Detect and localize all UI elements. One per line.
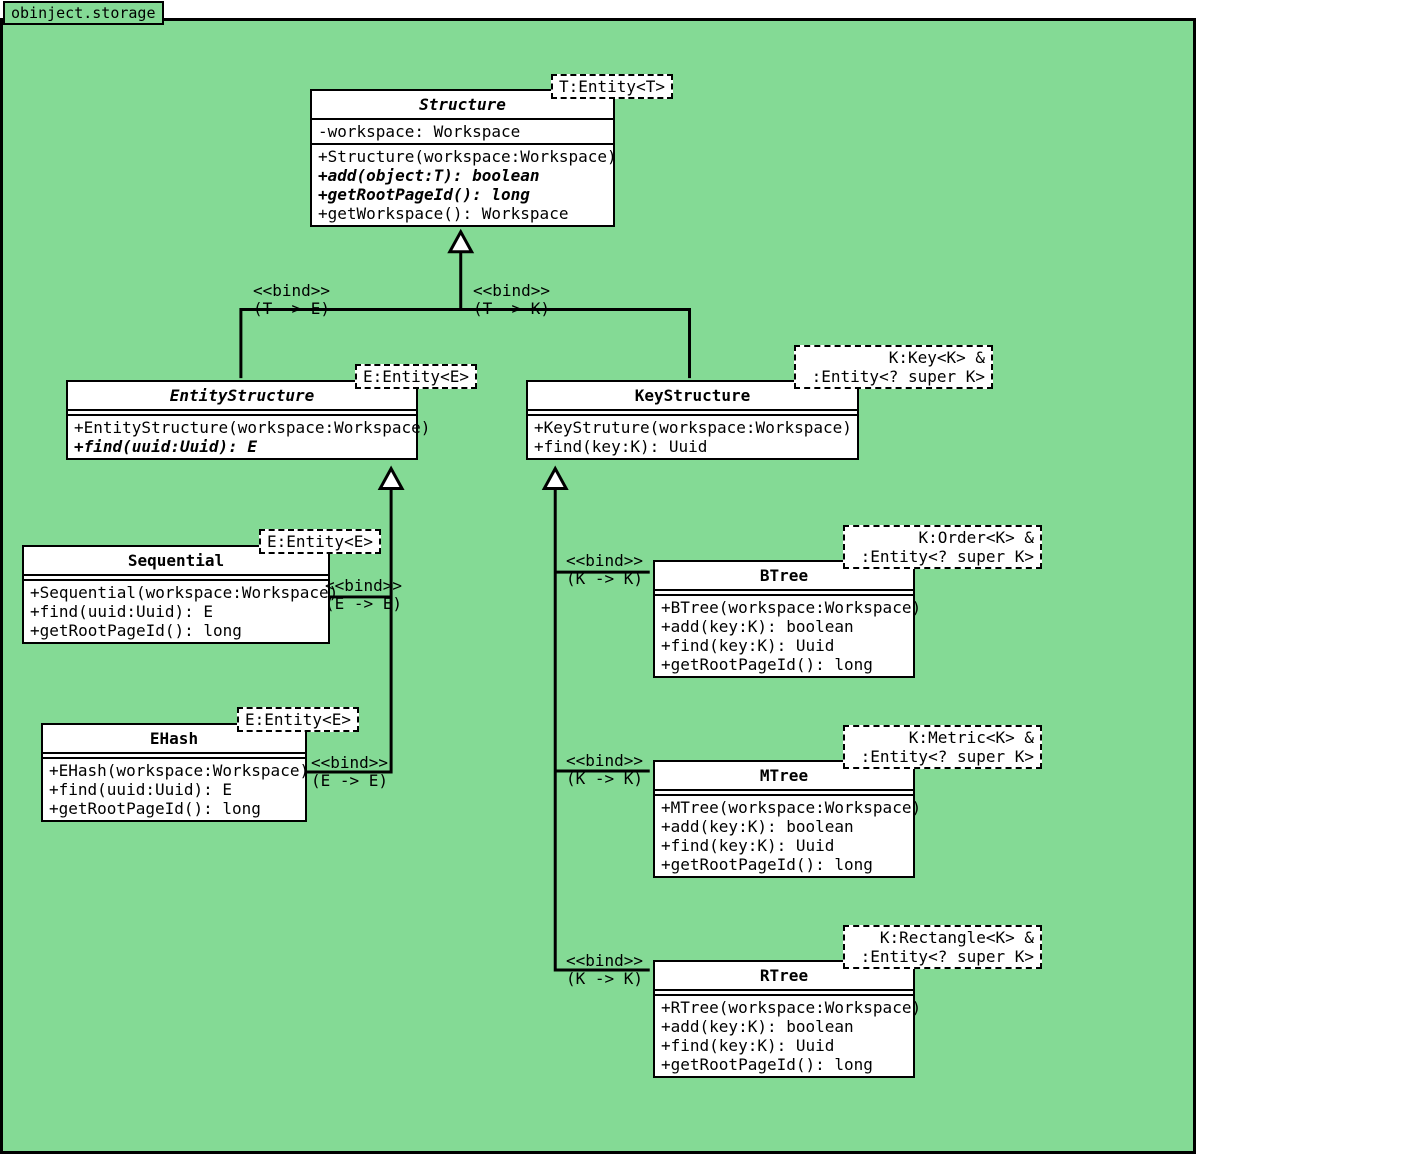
class-btree: BTree +BTree(workspace:Workspace) +add(k… [653,560,915,678]
operation: +MTree(workspace:Workspace) [661,798,907,817]
bind-arg: (T -> E) [253,299,330,318]
operation: +find(uuid:Uuid): E [74,437,410,456]
bind-label: <<bind>> [473,281,550,300]
bind-arg: (K -> K) [566,569,643,588]
operation: +getRootPageId(): long [661,1055,907,1074]
bind-arg: (E -> E) [325,594,402,613]
uml-diagram: obinject.storage Structure -workspace: W… [0,0,1200,1160]
class-structure: Structure -workspace: Workspace +Structu… [310,89,615,227]
operation: +getRootPageId(): long [318,185,607,204]
package-frame: obinject.storage Structure -workspace: W… [0,18,1196,1154]
type-parameter: T:Entity<T> [551,74,673,99]
operation: +Sequential(workspace:Workspace) [30,583,322,602]
operation: +getWorkspace(): Workspace [318,204,607,223]
operation: +RTree(workspace:Workspace) [661,998,907,1017]
class-mtree: MTree +MTree(workspace:Workspace) +add(k… [653,760,915,878]
class-ehash: EHash +EHash(workspace:Workspace) +find(… [41,723,307,822]
type-parameter: E:Entity<E> [259,529,381,554]
operation: +KeyStruture(workspace:Workspace) [534,418,851,437]
bind-label: <<bind>> [566,951,643,970]
operation: +BTree(workspace:Workspace) [661,598,907,617]
bind-label: <<bind>> [566,551,643,570]
type-parameter: K:Key<K> & :Entity<? super K> [794,345,993,389]
operation: +add(key:K): boolean [661,617,907,636]
operation: +getRootPageId(): long [30,621,322,640]
bind-arg: (E -> E) [311,771,388,790]
bind-label: <<bind>> [566,751,643,770]
type-parameter: E:Entity<E> [355,364,477,389]
class-entitystructure: EntityStructure +EntityStructure(workspa… [66,380,418,460]
operation: +getRootPageId(): long [661,655,907,674]
operation: +find(uuid:Uuid): E [49,780,299,799]
operation: +EntityStructure(workspace:Workspace) [74,418,410,437]
operation: +find(key:K): Uuid [661,636,907,655]
type-parameter: K:Rectangle<K> & :Entity<? super K> [843,925,1042,969]
operation: +Structure(workspace:Workspace) [318,147,607,166]
operation: +find(key:K): Uuid [661,836,907,855]
operation: +add(key:K): boolean [661,817,907,836]
class-rtree: RTree +RTree(workspace:Workspace) +add(k… [653,960,915,1078]
operation: +add(object:T): boolean [318,166,607,185]
operation: +add(key:K): boolean [661,1017,907,1036]
bind-arg: (K -> K) [566,769,643,788]
operation: +find(uuid:Uuid): E [30,602,322,621]
bind-arg: (K -> K) [566,969,643,988]
package-name: obinject.storage [3,1,164,25]
operation: +find(key:K): Uuid [534,437,851,456]
type-parameter: K:Order<K> & :Entity<? super K> [843,525,1042,569]
bind-arg: (T -> K) [473,299,550,318]
operation: +getRootPageId(): long [661,855,907,874]
bind-label: <<bind>> [253,281,330,300]
operation: +getRootPageId(): long [49,799,299,818]
bind-label: <<bind>> [311,753,388,772]
operation: +find(key:K): Uuid [661,1036,907,1055]
bind-label: <<bind>> [325,576,402,595]
operation: +EHash(workspace:Workspace) [49,761,299,780]
class-keystructure: KeyStructure +KeyStruture(workspace:Work… [526,380,859,460]
class-sequential: Sequential +Sequential(workspace:Workspa… [22,545,330,644]
type-parameter: K:Metric<K> & :Entity<? super K> [843,725,1042,769]
type-parameter: E:Entity<E> [237,707,359,732]
attribute: -workspace: Workspace [318,122,607,141]
